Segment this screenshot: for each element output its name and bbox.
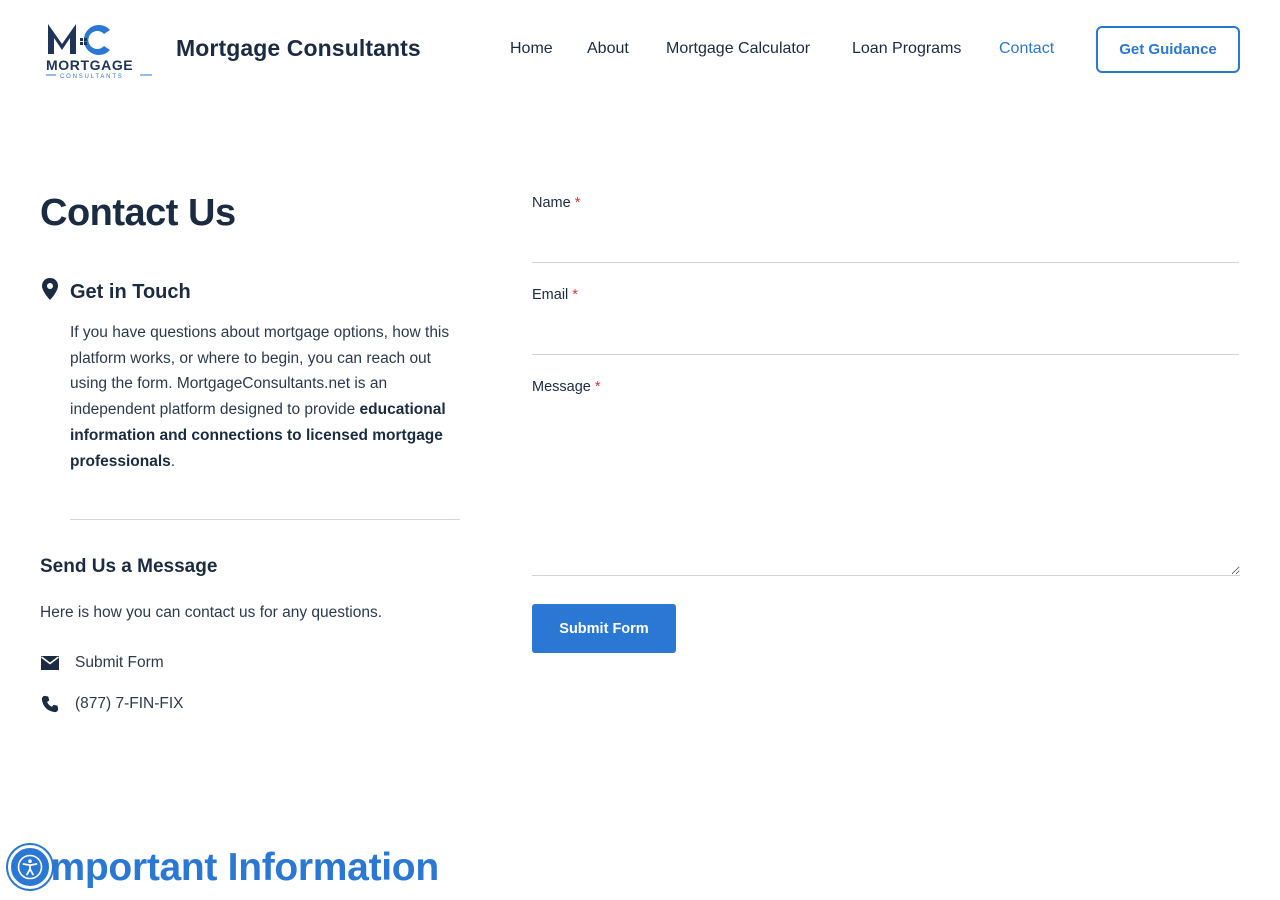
get-guidance-button[interactable]: Get Guidance	[1096, 26, 1240, 73]
submit-form-link-label: Submit Form	[75, 654, 164, 671]
name-label: Name *	[532, 195, 580, 211]
submit-form-button[interactable]: Submit Form	[532, 604, 676, 653]
section-divider	[70, 519, 460, 520]
message-label: Message *	[532, 379, 601, 395]
envelope-icon	[41, 656, 59, 670]
name-input[interactable]	[532, 231, 1239, 263]
logo-subtext: CONSULTANTS	[60, 74, 124, 80]
phone-icon	[41, 695, 59, 713]
message-label-text: Message	[532, 379, 591, 395]
nav-item-contact[interactable]: Contact	[999, 40, 1054, 58]
nav-item-loan-programs[interactable]: Loan Programs	[852, 40, 961, 58]
get-in-touch-text-end: .	[170, 452, 176, 470]
site-header: MORTGAGE CONSULTANTS Mortgage Consultant…	[0, 0, 1280, 98]
email-label-text: Email	[532, 287, 569, 303]
email-input[interactable]	[532, 323, 1239, 355]
send-message-text: Here is how you can contact us for any q…	[40, 604, 383, 621]
map-pin-icon	[42, 278, 58, 300]
nav-item-home[interactable]: Home	[510, 40, 553, 58]
required-marker: *	[594, 379, 601, 395]
name-label-text: Name	[532, 195, 571, 211]
site-logo[interactable]: MORTGAGE CONSULTANTS	[44, 18, 156, 80]
nav-item-mortgage-calculator[interactable]: Mortgage Calculator	[666, 40, 810, 58]
important-information-heading: Important Information	[40, 846, 439, 889]
required-marker: *	[572, 287, 578, 303]
submit-form-link[interactable]: Submit Form	[40, 654, 164, 672]
required-marker: *	[574, 195, 581, 211]
accessibility-icon	[17, 854, 43, 880]
message-textarea[interactable]	[532, 408, 1240, 576]
email-label: Email *	[532, 287, 578, 303]
nav-item-about[interactable]: About	[587, 40, 629, 58]
phone-link[interactable]: (877) 7-FIN-FIX	[40, 695, 184, 713]
send-message-title: Send Us a Message	[40, 556, 218, 577]
phone-number: (877) 7-FIN-FIX	[75, 695, 184, 712]
logo-mark: MORTGAGE CONSULTANTS	[46, 24, 152, 80]
get-in-touch-text: If you have questions about mortgage opt…	[70, 320, 465, 474]
accessibility-button[interactable]	[8, 845, 52, 889]
get-in-touch-title: Get in Touch	[70, 281, 191, 303]
brand-name[interactable]: Mortgage Consultants	[176, 35, 421, 62]
logo-text: MORTGAGE	[46, 57, 133, 73]
page-title: Contact Us	[40, 192, 236, 234]
